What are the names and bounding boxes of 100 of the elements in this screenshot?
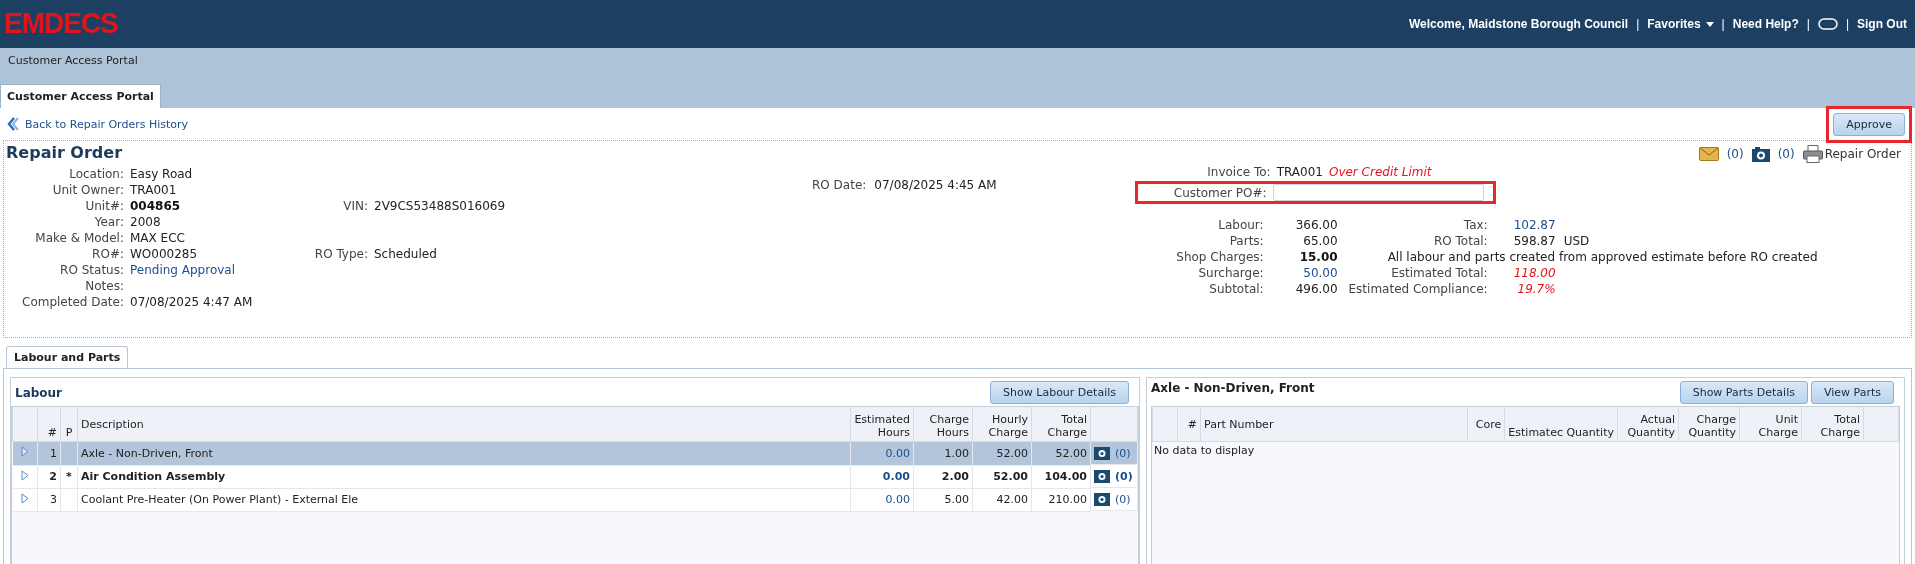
portal-tab[interactable]: Customer Access Portal: [0, 84, 161, 108]
field-value: 50.00: [1302, 266, 1338, 280]
column-header[interactable]: Estimated Hours: [850, 407, 914, 442]
printer-icon: [1802, 145, 1823, 163]
currency-label: USD: [1563, 234, 1590, 248]
column-header[interactable]: Total Charge: [1801, 407, 1864, 442]
sign-out-link[interactable]: Sign Out: [1857, 17, 1907, 31]
field-label: Unit Owner:: [51, 183, 124, 197]
field-value: 102.87: [1512, 218, 1556, 232]
column-header[interactable]: Actual Quantity: [1617, 407, 1679, 442]
field-label: Invoice To:: [1206, 165, 1271, 179]
section-tab[interactable]: Labour and Parts: [6, 346, 129, 368]
field-label: Shop Charges:: [1175, 250, 1264, 264]
field-label: RO Status:: [59, 263, 124, 277]
table-cell: Axle - Non-Driven, Front: [77, 441, 851, 465]
credit-warning: Over Credit Limit: [1328, 165, 1432, 179]
field-value: 004865: [130, 199, 182, 213]
field-label: Unit#:: [84, 199, 124, 213]
section-title: Repair Order: [6, 143, 124, 162]
panel-title: Axle - Non-Driven, Front: [1151, 381, 1315, 395]
column-header[interactable]: Unit Charge: [1739, 407, 1802, 442]
field-label: Make & Model:: [34, 231, 124, 245]
welcome-text: Welcome, Maidstone Borough Council: [1409, 17, 1629, 31]
table-row[interactable]: 2 * Air Condition Assembly 0.00 2.00 52.00 104.00 (0): [12, 465, 1138, 488]
portal-title: Customer Access Portal: [7, 53, 139, 69]
field-label: Customer PO#:: [1172, 185, 1267, 200]
print-link[interactable]: Repair Order: [1824, 147, 1901, 161]
field-value: 598.87: [1512, 234, 1556, 248]
show-labour-details-button[interactable]: Show Labour Details: [990, 381, 1129, 404]
panel-button[interactable]: View Parts: [1810, 381, 1894, 404]
caret-icon: [1705, 21, 1714, 27]
field-label: Estimated Total:: [1390, 266, 1488, 280]
attachment-count[interactable]: (0): [1777, 147, 1795, 161]
panel-button[interactable]: Show Parts Details: [1679, 381, 1808, 404]
approve-button[interactable]: Approve: [1833, 112, 1905, 136]
table-cell: Coolant Pre-Heater (On Power Plant) - External Ele: [77, 488, 851, 511]
separator: |: [1721, 17, 1725, 31]
field-label: Location:: [68, 167, 124, 181]
field-value: 07/08/2025 4:47 AM: [130, 295, 254, 309]
column-header[interactable]: Part Number: [1200, 407, 1468, 442]
field-value: TRA001: [130, 183, 178, 197]
field-value: 496.00: [1294, 282, 1338, 296]
column-header[interactable]: Total Charge: [1031, 407, 1091, 442]
chevron-left-icon: [7, 117, 19, 131]
field-label: RO Total:: [1432, 234, 1488, 248]
field-value: 118.00: [1512, 266, 1556, 280]
field-label: VIN:: [342, 199, 368, 213]
field-value: 15.00: [1298, 250, 1338, 264]
note-text: All labour and parts created from approved estimate before RO created: [1387, 250, 1818, 264]
field-label: Notes:: [84, 279, 124, 293]
field-value: MAX ECC: [130, 231, 186, 245]
back-link[interactable]: Back to Repair Orders History: [3, 117, 189, 131]
field-value: Pending Approval: [130, 263, 237, 277]
field-label: Subtotal:: [1208, 282, 1264, 296]
column-header[interactable]: Estimatec Quantity: [1504, 407, 1618, 442]
logo: EMDECS: [4, 7, 118, 41]
column-header[interactable]: #: [37, 407, 61, 442]
field-value: TRA001: [1276, 165, 1323, 179]
column-header[interactable]: Core: [1467, 407, 1505, 442]
column-header[interactable]: Charge Quantity: [1678, 407, 1740, 442]
camera-icon: [1094, 446, 1110, 460]
attachment-count[interactable]: (0): [1726, 147, 1744, 161]
field-label: Year:: [93, 215, 124, 229]
camera-icon: [1094, 492, 1110, 506]
column-header[interactable]: Charge Hours: [913, 407, 973, 442]
field-label: RO Type:: [313, 247, 368, 261]
camera-icon: [1094, 469, 1110, 483]
envelope-icon: [1698, 147, 1719, 161]
camera-icon: [1751, 146, 1770, 162]
field-value: Scheduled: [374, 247, 438, 261]
column-header[interactable]: #: [1177, 407, 1201, 442]
column-header[interactable]: Description: [77, 407, 851, 442]
table-row[interactable]: 3 Coolant Pre-Heater (On Power Plant) - External Ele 0.00 5.00 42.00 210.00 (0): [12, 488, 1138, 511]
field-value: Easy Road: [130, 167, 194, 181]
field-label: Surcharge:: [1197, 266, 1264, 280]
chat-icon: [1817, 18, 1838, 30]
column-header[interactable]: Hourly Charge: [972, 407, 1032, 442]
field-label: RO#:: [91, 247, 124, 261]
expand-triangle-icon: [20, 492, 29, 504]
field-label: Estimated Compliance:: [1347, 282, 1488, 296]
separator: |: [1845, 17, 1849, 31]
expand-triangle-icon: [20, 446, 29, 458]
table-cell: Air Condition Assembly: [77, 465, 851, 488]
panel-title: Labour: [15, 385, 63, 400]
customer-po-field[interactable]: [1272, 184, 1484, 201]
field-label: Labour:: [1217, 218, 1264, 232]
expand-triangle-icon: [20, 469, 29, 481]
field-value: 07/08/2025 4:45 AM: [874, 178, 997, 192]
table-row[interactable]: 1 Axle - Non-Driven, Front 0.00 1.00 52.00 52.00 (0): [12, 441, 1138, 465]
field-value: WO000285: [130, 247, 199, 261]
help-link[interactable]: Need Help?: [1732, 17, 1799, 31]
field-value: 19.7%: [1516, 282, 1556, 296]
field-label: RO Date:: [812, 178, 867, 192]
field-label: Completed Date:: [21, 295, 124, 309]
field-label: Tax:: [1462, 218, 1488, 232]
separator: |: [1636, 17, 1640, 31]
field-value: 366.00: [1294, 218, 1338, 232]
field-value: 2V9CS53488S016069: [374, 199, 506, 213]
field-value: 65.00: [1302, 234, 1338, 248]
favorites-menu[interactable]: Favorites: [1647, 17, 1714, 31]
